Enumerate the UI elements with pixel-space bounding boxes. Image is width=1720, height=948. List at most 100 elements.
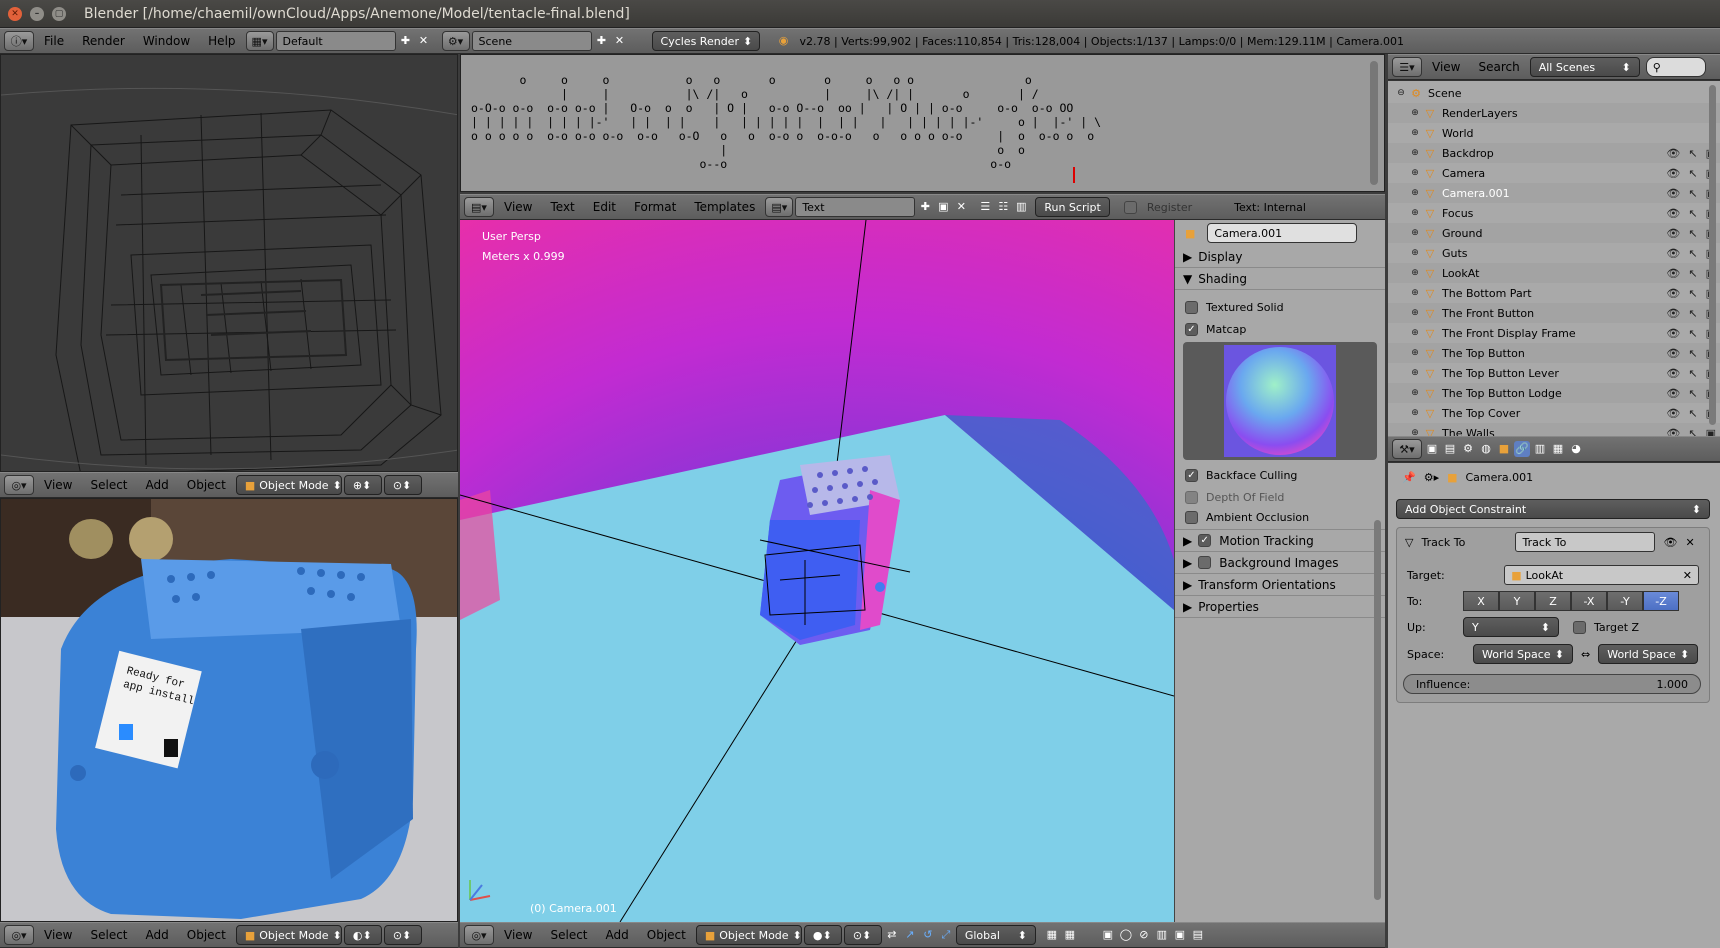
world-tab-icon[interactable]: ◍ xyxy=(1478,441,1494,457)
scene-tab-icon[interactable]: ⚙ xyxy=(1460,441,1476,457)
outliner-row[interactable]: ⊕▽The Bottom Part👁↖▣ xyxy=(1388,283,1720,303)
translate-icon[interactable]: ↗ xyxy=(902,927,918,943)
panel-properties[interactable]: ▶ Properties xyxy=(1175,596,1385,618)
wireframe-viewport[interactable] xyxy=(0,54,458,472)
backface-culling-option[interactable]: ✓ Backface Culling xyxy=(1175,464,1385,486)
pivot-select[interactable]: ⊙⬍ xyxy=(383,475,422,495)
shelf-scrollbar[interactable] xyxy=(1374,520,1381,900)
menu-add[interactable]: Add xyxy=(138,478,177,492)
data-tab-icon[interactable]: ▥ xyxy=(1532,441,1548,457)
matcap-preview[interactable] xyxy=(1183,342,1377,460)
outliner-search-input[interactable]: ⚲ xyxy=(1645,57,1706,77)
pivot-select[interactable]: ⊙⬍ xyxy=(843,925,882,945)
menu-edit[interactable]: Edit xyxy=(585,200,624,214)
eye-icon[interactable]: 👁 xyxy=(1666,287,1680,300)
motion-tracking-checkbox[interactable]: ✓ xyxy=(1198,534,1212,547)
textured-solid-option[interactable]: Textured Solid xyxy=(1175,296,1385,318)
close-window-button[interactable]: ✕ xyxy=(8,6,22,21)
remove-scene-icon[interactable]: ✕ xyxy=(612,33,628,49)
axis-neg-x-button[interactable]: -X xyxy=(1571,591,1607,611)
menu-select[interactable]: Select xyxy=(542,928,595,942)
pin-icon[interactable]: 📌 xyxy=(1402,471,1416,484)
owner-space-select[interactable]: World Space ⬍ xyxy=(1473,644,1573,664)
cursor-icon[interactable]: ↖ xyxy=(1688,267,1697,280)
axis-neg-y-button[interactable]: -Y xyxy=(1607,591,1643,611)
expand-toggle-icon[interactable]: ⊕ xyxy=(1408,168,1422,178)
cursor-icon[interactable]: ↖ xyxy=(1688,187,1697,200)
layout-browse-button[interactable]: ▦▾ xyxy=(245,31,274,51)
axis-z-button[interactable]: Z xyxy=(1535,591,1571,611)
clear-target-icon[interactable]: ✕ xyxy=(1683,569,1692,582)
menu-add[interactable]: Add xyxy=(138,928,177,942)
constraint-name-field[interactable]: Track To xyxy=(1515,532,1656,552)
expand-toggle-icon[interactable]: ⊕ xyxy=(1408,308,1422,318)
mode-select[interactable]: ■ Object Mode ⬍ xyxy=(695,925,802,945)
cursor-icon[interactable]: ↖ xyxy=(1688,207,1697,220)
scene-browse-button[interactable]: ⚙▾ xyxy=(441,31,470,51)
menu-window[interactable]: Window xyxy=(135,34,198,48)
matcap-checkbox[interactable]: ✓ xyxy=(1185,322,1198,336)
target-space-select[interactable]: World Space ⬍ xyxy=(1598,644,1699,664)
menu-file[interactable]: File xyxy=(36,34,72,48)
editor-type-3d-button[interactable]: ◎▾ xyxy=(464,925,494,945)
panel-display[interactable]: ▶ Display xyxy=(1175,246,1385,268)
outliner-row[interactable]: ⊕▽The Top Button Lodge👁↖▣ xyxy=(1388,383,1720,403)
menu-format[interactable]: Format xyxy=(626,200,684,214)
menu-help[interactable]: Help xyxy=(200,34,243,48)
expand-toggle-icon[interactable]: ⊖ xyxy=(1394,88,1408,98)
cursor-icon[interactable]: ↖ xyxy=(1688,327,1697,340)
opengl-render-icon[interactable]: ▣ xyxy=(1172,927,1188,943)
open-text-icon[interactable]: ▣ xyxy=(935,199,951,215)
expand-toggle-icon[interactable]: ⊕ xyxy=(1408,388,1422,398)
add-text-icon[interactable]: ✚ xyxy=(917,199,933,215)
backface-culling-checkbox[interactable]: ✓ xyxy=(1185,468,1198,482)
menu-text[interactable]: Text xyxy=(542,200,582,214)
constraints-tab-icon[interactable]: 🔗 xyxy=(1514,441,1530,457)
ambient-occlusion-option[interactable]: Ambient Occlusion xyxy=(1175,508,1385,530)
shading-select[interactable]: ◐⬍ xyxy=(343,925,382,945)
menu-view[interactable]: View xyxy=(496,928,540,942)
eye-icon[interactable]: 👁 xyxy=(1666,367,1680,380)
cursor-icon[interactable]: ↖ xyxy=(1688,407,1697,420)
snap-target-icon[interactable]: ▥ xyxy=(1154,927,1170,943)
eye-icon[interactable]: 👁 xyxy=(1666,147,1680,160)
expand-toggle-icon[interactable]: ⊕ xyxy=(1408,128,1422,138)
shading-select[interactable]: ⊕⬍ xyxy=(343,475,382,495)
cursor-icon[interactable]: ↖ xyxy=(1688,347,1697,360)
axis-x-button[interactable]: X xyxy=(1463,591,1499,611)
minimize-window-button[interactable]: – xyxy=(30,6,44,21)
outliner-row[interactable]: ⊕▽LookAt👁↖▣ xyxy=(1388,263,1720,283)
outliner-row[interactable]: ⊕▽Camera👁↖▣ xyxy=(1388,163,1720,183)
cursor-icon[interactable]: ↖ xyxy=(1688,147,1697,160)
cursor-icon[interactable]: ↖ xyxy=(1688,367,1697,380)
eye-icon[interactable]: 👁 xyxy=(1666,347,1680,360)
outliner-row[interactable]: ⊕▽The Front Button👁↖▣ xyxy=(1388,303,1720,323)
ambient-occlusion-checkbox[interactable] xyxy=(1185,511,1198,524)
outliner-row[interactable]: ⊕▽Guts👁↖▣ xyxy=(1388,243,1720,263)
pivot-select[interactable]: ⊙⬍ xyxy=(383,925,422,945)
outliner-row[interactable]: ⊕ ▽ RenderLayers xyxy=(1388,103,1720,123)
remove-layout-icon[interactable]: ✕ xyxy=(416,33,432,49)
editor-type-3d-button[interactable]: ◎▾ xyxy=(4,475,34,495)
scale-icon[interactable]: ⤢ xyxy=(938,927,954,943)
eye-icon[interactable]: 👁 xyxy=(1666,267,1680,280)
expand-toggle-icon[interactable]: ⊕ xyxy=(1408,108,1422,118)
rendered-viewport[interactable]: Ready for app install xyxy=(0,498,458,922)
expand-toggle-icon[interactable]: ⊕ xyxy=(1408,248,1422,258)
menu-view[interactable]: View xyxy=(1424,60,1468,74)
text-name-field[interactable]: Text xyxy=(795,197,916,217)
cursor-icon[interactable]: ↖ xyxy=(1688,227,1697,240)
menu-add[interactable]: Add xyxy=(598,928,637,942)
influence-slider[interactable]: Influence: 1.000 xyxy=(1403,674,1701,694)
expand-toggle-icon[interactable]: ⊕ xyxy=(1408,288,1422,298)
proportional-edit-icon[interactable]: ◯ xyxy=(1118,927,1134,943)
outliner-row[interactable]: ⊕ ▽ World xyxy=(1388,123,1720,143)
menu-object[interactable]: Object xyxy=(179,928,234,942)
menu-view[interactable]: View xyxy=(36,478,80,492)
axis-y-button[interactable]: Y xyxy=(1499,591,1535,611)
collapse-arrow-icon[interactable]: ▽ xyxy=(1405,536,1413,549)
outliner-row[interactable]: ⊕▽The Front Display Frame👁↖▣ xyxy=(1388,323,1720,343)
outliner-row[interactable]: ⊕ ▽ The Walls 👁 ↖ ▣ xyxy=(1388,423,1720,436)
cursor-icon[interactable]: ↖ xyxy=(1688,387,1697,400)
menu-view[interactable]: View xyxy=(36,928,80,942)
